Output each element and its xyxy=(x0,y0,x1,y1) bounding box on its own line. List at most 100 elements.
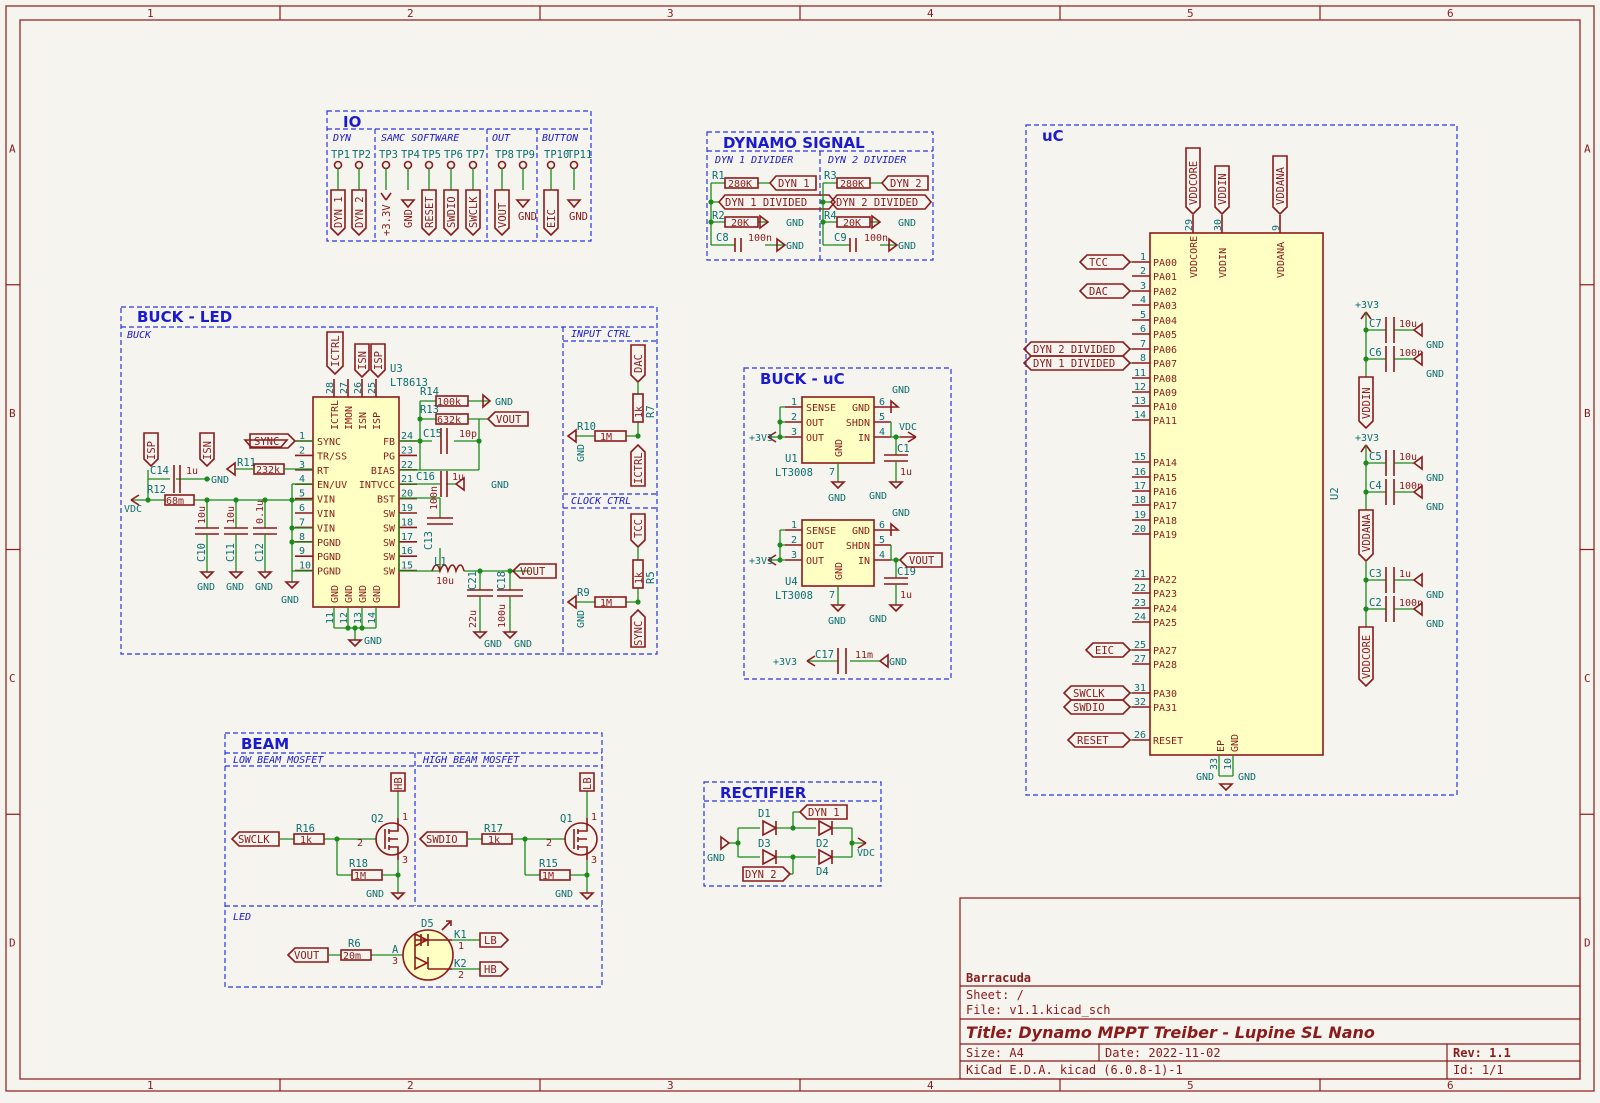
svg-text:RESET: RESET xyxy=(424,196,436,228)
svg-text:100n: 100n xyxy=(864,233,888,244)
svg-text:1k: 1k xyxy=(634,406,645,418)
svg-text:HB: HB xyxy=(484,964,497,976)
svg-text:GND: GND xyxy=(366,889,384,900)
svg-text:68m: 68m xyxy=(166,496,184,507)
svg-text:SENSE: SENSE xyxy=(806,403,836,414)
svg-text:1u: 1u xyxy=(900,590,912,601)
schematic-title: Title: Dynamo MPPT Treiber - Lupine SL N… xyxy=(966,1023,1375,1042)
test-point xyxy=(424,160,434,170)
svg-text:4: 4 xyxy=(879,427,885,438)
svg-text:GND: GND xyxy=(226,582,244,593)
svg-text:26: 26 xyxy=(353,382,364,394)
svg-text:22u: 22u xyxy=(468,610,479,628)
svg-text:24: 24 xyxy=(1134,612,1146,623)
svg-text:C5: C5 xyxy=(1369,451,1382,463)
svg-text:U1: U1 xyxy=(785,453,798,465)
svg-text:2: 2 xyxy=(791,412,797,423)
file-name: File: v1.1.kicad_sch xyxy=(966,1003,1111,1017)
svg-text:R12: R12 xyxy=(147,484,166,496)
svg-text:GND: GND xyxy=(869,614,887,625)
svg-text:C17: C17 xyxy=(815,649,834,661)
svg-text:1k: 1k xyxy=(634,572,645,584)
svg-text:C6: C6 xyxy=(1369,347,1382,359)
svg-text:IN: IN xyxy=(858,433,870,444)
sheet-path: Sheet: / xyxy=(966,988,1024,1002)
svg-text:TCC: TCC xyxy=(633,519,645,538)
svg-text:2: 2 xyxy=(299,445,305,456)
svg-text:VDDCORE: VDDCORE xyxy=(1361,635,1373,679)
svg-text:1u: 1u xyxy=(452,472,464,483)
capacitor xyxy=(1385,317,1395,343)
svg-text:PA27: PA27 xyxy=(1153,646,1177,657)
test-point-ref: TP11 xyxy=(567,149,592,161)
subgroup-title: SAMC SOFTWARE xyxy=(381,133,459,144)
svg-text:1u: 1u xyxy=(900,467,912,478)
zone-row-label: A xyxy=(1584,142,1591,155)
svg-text:100n: 100n xyxy=(1399,481,1423,492)
svg-text:PA17: PA17 xyxy=(1153,501,1177,512)
svg-text:SHDN: SHDN xyxy=(846,418,870,429)
svg-text:C16: C16 xyxy=(416,471,435,483)
svg-text:25: 25 xyxy=(1134,640,1146,651)
svg-text:10: 10 xyxy=(299,561,311,572)
svg-text:C4: C4 xyxy=(1369,480,1382,492)
svg-text:VOUT: VOUT xyxy=(294,950,320,962)
svg-text:15: 15 xyxy=(401,561,413,572)
svg-text:19: 19 xyxy=(401,503,413,514)
zone-row-label: D xyxy=(1584,937,1591,950)
svg-text:632k: 632k xyxy=(437,415,461,426)
svg-text:SWCLK: SWCLK xyxy=(468,196,480,228)
svg-text:IMON: IMON xyxy=(344,406,355,430)
svg-text:TCC: TCC xyxy=(1089,257,1108,269)
svg-text:LT3008: LT3008 xyxy=(775,467,813,479)
svg-text:VDC: VDC xyxy=(857,848,875,859)
svg-text:PA06: PA06 xyxy=(1153,345,1177,356)
group-title: RECTIFIER xyxy=(720,784,807,802)
svg-text:VDDANA: VDDANA xyxy=(1275,166,1287,205)
svg-text:21: 21 xyxy=(1134,569,1146,580)
svg-text:ISP: ISP xyxy=(372,412,383,430)
svg-text:11: 11 xyxy=(1134,368,1146,379)
svg-text:4: 4 xyxy=(879,550,885,561)
svg-text:19: 19 xyxy=(1134,510,1146,521)
svg-text:6: 6 xyxy=(879,520,885,531)
svg-text:SWDIO: SWDIO xyxy=(1073,702,1105,714)
svg-text:0.1u: 0.1u xyxy=(255,500,266,524)
svg-text:R18: R18 xyxy=(349,858,368,870)
test-point xyxy=(497,160,507,170)
svg-text:1: 1 xyxy=(402,812,408,823)
svg-text:GND: GND xyxy=(786,218,804,229)
svg-text:HB: HB xyxy=(393,777,405,790)
subgroup-title: LOW BEAM MOSFET xyxy=(233,755,324,766)
zone-column-label: 2 xyxy=(407,1079,414,1092)
svg-text:PA15: PA15 xyxy=(1153,473,1177,484)
test-point-ref: TP1 xyxy=(331,149,350,161)
subgroup-title: INPUT CTRL xyxy=(571,329,631,340)
svg-text:29: 29 xyxy=(1184,219,1195,231)
test-point-ref: TP4 xyxy=(401,149,420,161)
svg-text:ICTRL: ICTRL xyxy=(330,400,341,430)
test-point xyxy=(468,160,478,170)
svg-text:13: 13 xyxy=(1134,396,1146,407)
svg-text:PA04: PA04 xyxy=(1153,316,1177,327)
svg-text:R10: R10 xyxy=(577,421,596,433)
zone-column-label: 5 xyxy=(1187,7,1194,20)
svg-text:1u: 1u xyxy=(186,466,198,477)
capacitor xyxy=(224,527,248,535)
svg-text:C8: C8 xyxy=(716,232,729,244)
svg-text:26: 26 xyxy=(1134,730,1146,741)
svg-text:9: 9 xyxy=(299,546,305,557)
test-point-ref: TP9 xyxy=(516,149,535,161)
svg-text:ICTRL: ICTRL xyxy=(330,335,342,367)
sheet-frame: 112233445566 A AB BC CD D xyxy=(5,5,1595,1092)
group-title: DYNAMO SIGNAL xyxy=(723,134,865,152)
svg-text:PA05: PA05 xyxy=(1153,330,1177,341)
svg-text:C21: C21 xyxy=(467,571,479,590)
svg-text:L1: L1 xyxy=(434,556,447,568)
zone-column-label: 6 xyxy=(1447,1079,1454,1092)
svg-text:DYN 1: DYN 1 xyxy=(808,807,840,819)
svg-text:17: 17 xyxy=(1134,481,1146,492)
svg-text:R6: R6 xyxy=(348,938,361,950)
svg-text:GND: GND xyxy=(403,209,415,228)
svg-text:11m: 11m xyxy=(855,650,873,661)
